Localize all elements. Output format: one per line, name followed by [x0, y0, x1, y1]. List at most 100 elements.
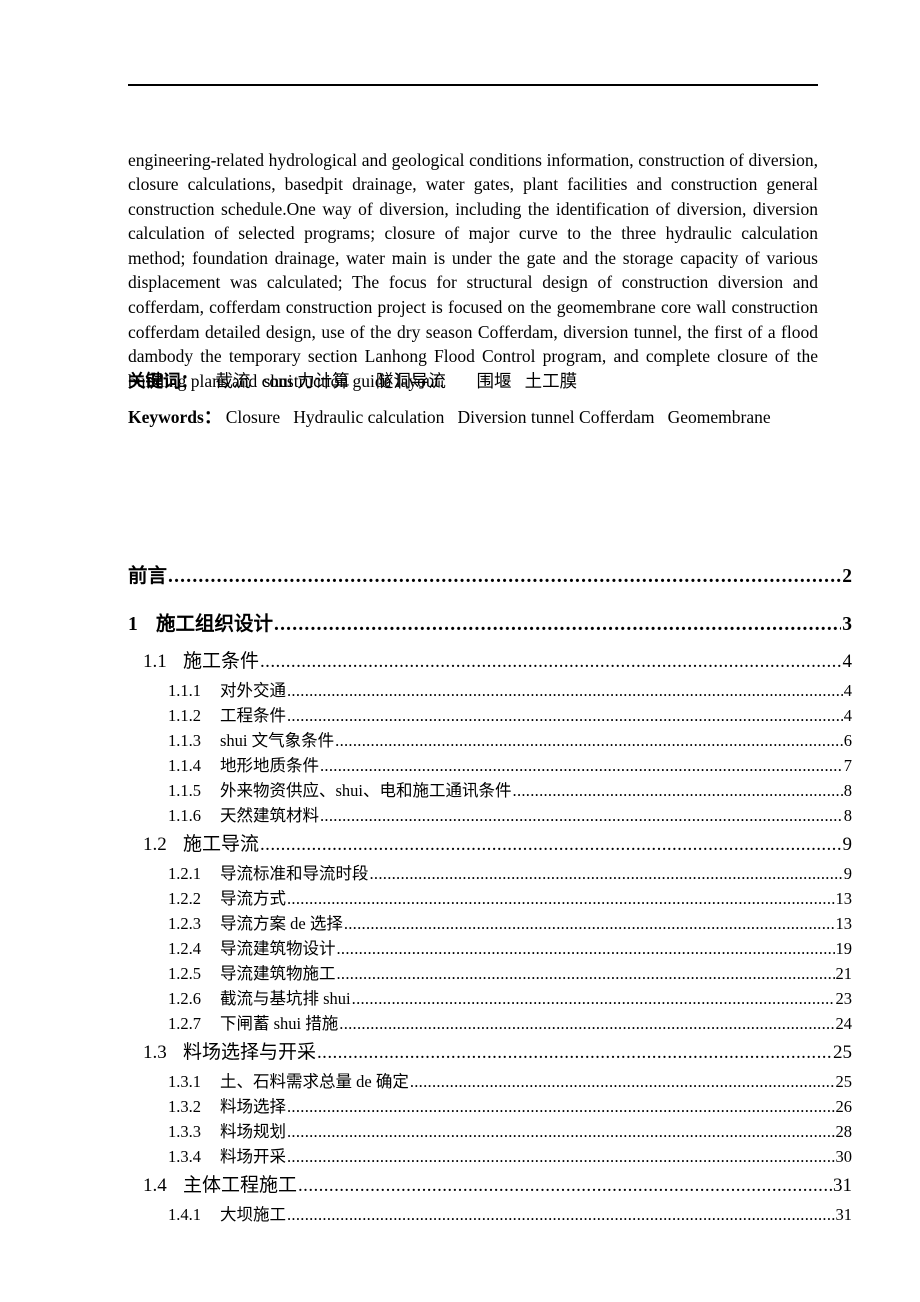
- toc-entry-number: 1.3: [143, 1042, 167, 1063]
- toc-entry-title: 1.3.1 土、石料需求总量 de 确定: [168, 1069, 409, 1094]
- keywords-english-line: Keywords： Closure Hydraulic calculation …: [128, 404, 848, 429]
- toc-entry[interactable]: 1.2 施工导流.................................…: [0, 828, 920, 861]
- toc-entry-page-number: 9: [843, 864, 852, 883]
- toc-entry-label: 截流与基坑排 shui: [220, 989, 351, 1008]
- toc-entry-title: 1.2 施工导流: [143, 828, 259, 861]
- toc-entry[interactable]: 前言......................................…: [0, 556, 920, 597]
- toc-entry-title: 1.1.6 天然建筑材料: [168, 803, 319, 828]
- toc-entry-label: 土、石料需求总量 de 确定: [220, 1072, 409, 1091]
- toc-entry-title: 1 施工组织设计: [128, 604, 273, 645]
- toc-entry-page-number: 25: [835, 1072, 853, 1091]
- toc-entry-title: 1.3.2 料场选择: [168, 1094, 286, 1119]
- toc-dot-leader: ........................................…: [369, 864, 843, 883]
- toc-entry[interactable]: 1.3.3 料场规划...............................…: [0, 1119, 920, 1144]
- toc-entry-page-number: 4: [843, 706, 852, 725]
- toc-entry-label: 导流方案 de 选择: [220, 914, 343, 933]
- toc-dot-leader: ........................................…: [260, 651, 842, 672]
- keywords-english-label: Keywords：: [128, 407, 222, 427]
- keywords-chinese-line: 关键词： 截流 shui 力计算 隧洞导流 围堰 土工膜: [128, 368, 848, 393]
- toc-entry-number: 1.1.2: [168, 706, 201, 725]
- toc-entry[interactable]: 1.1 施工条件.................................…: [0, 645, 920, 678]
- toc-entry-label: 大坝施工: [220, 1205, 286, 1224]
- toc-entry-label: 料场选择与开采: [183, 1042, 317, 1063]
- toc-dot-leader: ........................................…: [336, 939, 835, 958]
- toc-entry-page-number: 6: [843, 731, 852, 750]
- toc-dot-leader: ........................................…: [287, 681, 843, 700]
- toc-entry[interactable]: 1.4.1 大坝施工...............................…: [0, 1202, 920, 1227]
- toc-dot-leader: ........................................…: [260, 834, 842, 855]
- keywords-chinese-label: 关键词：: [128, 371, 198, 391]
- toc-entry-number: 1.3.3: [168, 1122, 201, 1141]
- toc-entry-title: 1.2.5 导流建筑物施工: [168, 961, 336, 986]
- toc-entry[interactable]: 1.2.1 导流标准和导流时段..........................…: [0, 861, 920, 886]
- toc-entry-title: 1.2.1 导流标准和导流时段: [168, 861, 369, 886]
- toc-entry[interactable]: 1.2.5 导流建筑物施工............................…: [0, 961, 920, 986]
- toc-dot-leader: ........................................…: [287, 1147, 835, 1166]
- toc-entry-label: 施工组织设计: [156, 614, 274, 635]
- toc-dot-leader: ........................................…: [274, 614, 841, 635]
- toc-dot-leader: ........................................…: [320, 806, 843, 825]
- toc-entry-title: 1.4.1 大坝施工: [168, 1202, 286, 1227]
- toc-entry[interactable]: 1.1.4 地形地质条件.............................…: [0, 753, 920, 778]
- toc-entry-title: 1.1.4 地形地质条件: [168, 753, 319, 778]
- toc-entry-page-number: 26: [835, 1097, 853, 1116]
- toc-entry-label: shui 文气象条件: [220, 731, 335, 750]
- toc-entry-page-number: 24: [835, 1014, 853, 1033]
- toc-entry-page-number: 23: [835, 989, 853, 1008]
- toc-entry-title: 1.2.2 导流方式: [168, 886, 286, 911]
- toc-entry-page-number: 31: [833, 1175, 852, 1196]
- toc-dot-leader: ........................................…: [287, 889, 835, 908]
- toc-entry-label: 导流建筑物施工: [220, 964, 336, 983]
- toc-entry[interactable]: 1.2.2 导流方式...............................…: [0, 886, 920, 911]
- toc-entry-title: 1.1 施工条件: [143, 645, 259, 678]
- toc-entry[interactable]: 1.1.1 对外交通...............................…: [0, 678, 920, 703]
- toc-entry[interactable]: 1.1.6 天然建筑材料.............................…: [0, 803, 920, 828]
- toc-entry[interactable]: 1.2.6 截流与基坑排 shui........................…: [0, 986, 920, 1011]
- toc-entry[interactable]: 1.3.4 料场开采...............................…: [0, 1144, 920, 1169]
- toc-entry-label: 外来物资供应、shui、电和施工通讯条件: [220, 781, 512, 800]
- toc-dot-leader: ........................................…: [287, 706, 843, 725]
- toc-entry-label: 下闸蓄 shui 措施: [220, 1014, 339, 1033]
- toc-entry-page-number: 2: [842, 566, 852, 587]
- toc-entry[interactable]: 1.1.3 shui 文气象条件.........................…: [0, 728, 920, 753]
- toc-entry-title: 1.3.4 料场开采: [168, 1144, 286, 1169]
- toc-entry-title: 1.2.7 下闸蓄 shui 措施: [168, 1011, 338, 1036]
- toc-entry[interactable]: 1.2.7 下闸蓄 shui 措施........................…: [0, 1011, 920, 1036]
- toc-entry[interactable]: 1.3 料场选择与开采..............................…: [0, 1036, 920, 1069]
- toc-entry-title: 1.1.5 外来物资供应、shui、电和施工通讯条件: [168, 778, 512, 803]
- toc-entry[interactable]: 1 施工组织设计.................................…: [0, 604, 920, 645]
- toc-entry[interactable]: 1.2.3 导流方案 de 选择.........................…: [0, 911, 920, 936]
- toc-entry-page-number: 7: [843, 756, 852, 775]
- toc-entry[interactable]: 1.3.2 料场选择...............................…: [0, 1094, 920, 1119]
- toc-dot-leader: ........................................…: [320, 756, 843, 775]
- toc-entry-number: 1.1.4: [168, 756, 201, 775]
- toc-entry[interactable]: 1.3.1 土、石料需求总量 de 确定.....................…: [0, 1069, 920, 1094]
- toc-entry-page-number: 8: [843, 781, 852, 800]
- toc-entry-label: 主体工程施工: [183, 1175, 298, 1196]
- toc-entry-number: 1.2.5: [168, 964, 201, 983]
- toc-entry-page-number: 21: [835, 964, 853, 983]
- toc-entry-label: 导流标准和导流时段: [220, 864, 369, 883]
- toc-dot-leader: ........................................…: [351, 989, 835, 1008]
- toc-entry-label: 工程条件: [220, 706, 286, 725]
- toc-entry[interactable]: 1.1.5 外来物资供应、shui、电和施工通讯条件...............…: [0, 778, 920, 803]
- toc-entry-label: 料场开采: [220, 1147, 286, 1166]
- toc-entry-page-number: 31: [835, 1205, 853, 1224]
- toc-entry-title: 1.4 主体工程施工: [143, 1169, 297, 1202]
- toc-entry[interactable]: 1.4 主体工程施工...............................…: [0, 1169, 920, 1202]
- toc-entry-number: 1.1.1: [168, 681, 201, 700]
- toc-entry-title: 1.1.2 工程条件: [168, 703, 286, 728]
- toc-dot-leader: ........................................…: [512, 781, 843, 800]
- toc-entry-page-number: 30: [835, 1147, 853, 1166]
- document-page: engineering-related hydrological and geo…: [0, 0, 920, 1302]
- header-separator-rule: [128, 84, 818, 86]
- toc-entry-label: 导流建筑物设计: [220, 939, 336, 958]
- toc-entry-title: 1.3 料场选择与开采: [143, 1036, 316, 1069]
- toc-entry-number: 1.2.3: [168, 914, 201, 933]
- toc-entry-title: 1.2.6 截流与基坑排 shui: [168, 986, 351, 1011]
- toc-entry-label: 施工条件: [183, 651, 260, 672]
- toc-entry[interactable]: 1.2.4 导流建筑物设计............................…: [0, 936, 920, 961]
- toc-entry[interactable]: 1.1.2 工程条件...............................…: [0, 703, 920, 728]
- toc-entry-number: 1.1.5: [168, 781, 201, 800]
- toc-entry-page-number: 19: [835, 939, 853, 958]
